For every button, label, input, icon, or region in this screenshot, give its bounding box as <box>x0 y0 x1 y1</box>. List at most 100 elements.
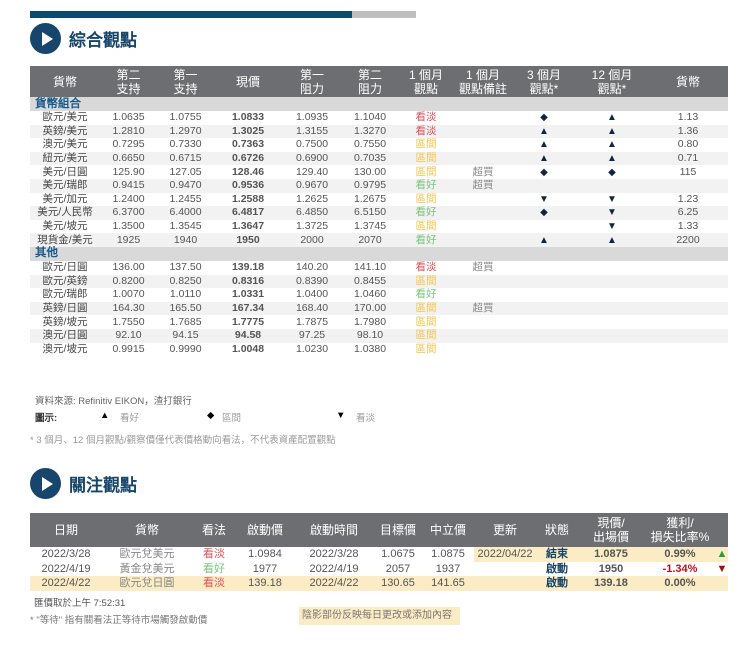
section-title: 關注觀點 <box>69 476 137 495</box>
view-12m-icon <box>576 328 648 343</box>
resistance-2: 6.5150 <box>342 206 398 220</box>
legend-label: 圖示: <box>35 413 58 424</box>
currency-pair: 歐元/瑞郎 <box>42 288 88 301</box>
view-1m-note <box>454 233 512 247</box>
support-1: 1.0755 <box>169 111 202 124</box>
view-1m-note <box>454 328 512 343</box>
date: 2022/3/28 <box>41 547 91 560</box>
support-1: 1.2455 <box>169 192 202 205</box>
legend-down-text: 看淡 <box>356 413 376 424</box>
table-row: 美元/坡元 1.3500 1.3545 1.3647 1.3725 1.3745 區間 ▼ 1.… <box>30 220 728 234</box>
column-header: 第二 阻力 <box>342 66 398 97</box>
view-3m-icon: ◆ <box>540 112 548 124</box>
column-header: 3 個月 觀點* <box>512 66 576 97</box>
trend-icon: ▼ <box>716 562 728 575</box>
support-2: 164.30 <box>100 301 157 316</box>
view-12m-icon: ▲ <box>576 151 648 166</box>
support-1: 127.05 <box>169 165 202 178</box>
table-row: 英鎊/日圓 164.30 165.50 167.34 168.40 170.00 區間 超買 <box>30 301 728 316</box>
support-1: 0.9470 <box>157 178 214 193</box>
footnote-views: * 3 個月、12 個月觀點/觀察價僅代表價格動向看法，不代表資產配置觀點 <box>30 435 336 446</box>
date: 2022/4/19 <box>41 562 91 575</box>
view-12m-icon: ▲ <box>607 112 617 124</box>
support-1: 1.7685 <box>169 315 202 328</box>
table-row: 美元/加元 1.2400 1.2455 1.2588 1.2625 1.2675 區間 ▼ ▼ 1… <box>30 193 728 207</box>
view-12m-icon <box>576 343 648 357</box>
view-1m-note: 超買 <box>472 261 494 274</box>
view-1m: 區間 <box>415 315 437 328</box>
view-12m-icon: ▲ <box>576 124 648 139</box>
table-row: 澳元/美元 0.7295 0.7330 0.7363 0.7500 0.7550 區間 ▲ ▲ 0… <box>30 138 728 152</box>
pnl-percent: 0.00% <box>644 576 716 592</box>
current-price: 1.3025 <box>214 124 282 139</box>
view-3m-icon: ◆ <box>540 166 548 178</box>
view-3m-icon <box>512 178 576 193</box>
view-1m-note <box>454 151 512 166</box>
resistance-2: 141.10 <box>353 261 387 274</box>
resistance-2: 170.00 <box>342 301 398 316</box>
section-title: 綜合觀點 <box>69 31 137 50</box>
column-header: 現價 <box>214 66 282 97</box>
target-value: 6.25 <box>648 206 728 220</box>
support-1: 0.7330 <box>169 138 202 151</box>
view-3m-icon <box>512 261 576 275</box>
currency-pair: 美元/加元 <box>42 192 88 205</box>
view: 看好 <box>203 562 225 575</box>
trigger-price: 1.0984 <box>248 547 282 560</box>
view-1m: 看淡 <box>398 124 454 139</box>
target-value: 1.13 <box>677 111 699 124</box>
target-value <box>648 274 728 289</box>
table-row: 歐元/瑞郎 1.0070 1.0110 1.0331 1.0400 1.0460 看好 <box>30 288 728 302</box>
resistance-2: 0.8455 <box>342 274 398 289</box>
currency: 歐元兌日圓 <box>102 576 192 592</box>
target-value <box>648 288 728 302</box>
column-header: 第二 支持 <box>100 66 157 97</box>
view-1m: 看淡 <box>415 261 437 274</box>
support-1: 1.2970 <box>157 124 214 139</box>
currency: 黃金兌美元 <box>119 562 175 575</box>
view-3m-icon: ▼ <box>539 193 549 205</box>
column-header: 看法 <box>192 513 236 547</box>
currency-pair: 美元/人民幣 <box>30 206 100 220</box>
currency-pair: 英鎊/日圓 <box>30 301 100 316</box>
resistance-2: 1.0380 <box>353 342 387 355</box>
view-12m-icon: ▼ <box>607 221 617 233</box>
table-row: 歐元/英鎊 0.8200 0.8250 0.8316 0.8390 0.8455 區間 <box>30 274 728 289</box>
view-3m-icon <box>512 328 576 343</box>
resistance-1: 6.4850 <box>282 206 342 220</box>
view-1m-note <box>454 193 512 207</box>
update-date: 2022/04/22 <box>474 547 536 562</box>
currency-pair: 英鎊/坡元 <box>42 315 88 328</box>
group-row: 其他 <box>30 246 728 261</box>
currency-pair: 美元/日圓 <box>42 165 88 178</box>
play-icon <box>30 468 61 499</box>
view-1m: 區間 <box>398 151 454 166</box>
view-1m: 區間 <box>398 328 454 343</box>
support-1: 0.8250 <box>157 274 214 289</box>
resistance-1: 0.8390 <box>282 274 342 289</box>
currency-pair: 澳元/坡元 <box>42 342 88 355</box>
support-1: 1940 <box>157 233 214 247</box>
resistance-2: 98.10 <box>342 328 398 343</box>
target-price: 130.65 <box>374 576 422 592</box>
resistance-2: 130.00 <box>353 165 387 178</box>
currency: 歐元兌美元 <box>119 547 175 560</box>
resistance-2: 1.1040 <box>353 111 387 124</box>
resistance-1: 1.3155 <box>282 124 342 139</box>
group-name: 貨幣組合 <box>30 97 728 111</box>
support-2: 0.9415 <box>100 178 157 193</box>
exit-price: 1950 <box>598 562 624 575</box>
resistance-2: 0.7035 <box>342 151 398 166</box>
target-value <box>648 315 728 329</box>
column-header: 更新 <box>474 513 536 547</box>
currency-pair: 紐元/美元 <box>30 151 100 166</box>
resistance-2: 1.3745 <box>353 220 387 233</box>
view-12m-icon: ▼ <box>576 206 648 220</box>
current-price: 6.4817 <box>214 206 282 220</box>
support-2: 1.0070 <box>112 288 145 301</box>
column-header: 12 個月 觀點* <box>576 66 648 97</box>
pnl-percent: 0.99% <box>644 547 716 562</box>
resistance-1: 2000 <box>282 233 342 247</box>
target-value <box>648 261 728 275</box>
resistance-1: 1.2625 <box>295 192 329 205</box>
